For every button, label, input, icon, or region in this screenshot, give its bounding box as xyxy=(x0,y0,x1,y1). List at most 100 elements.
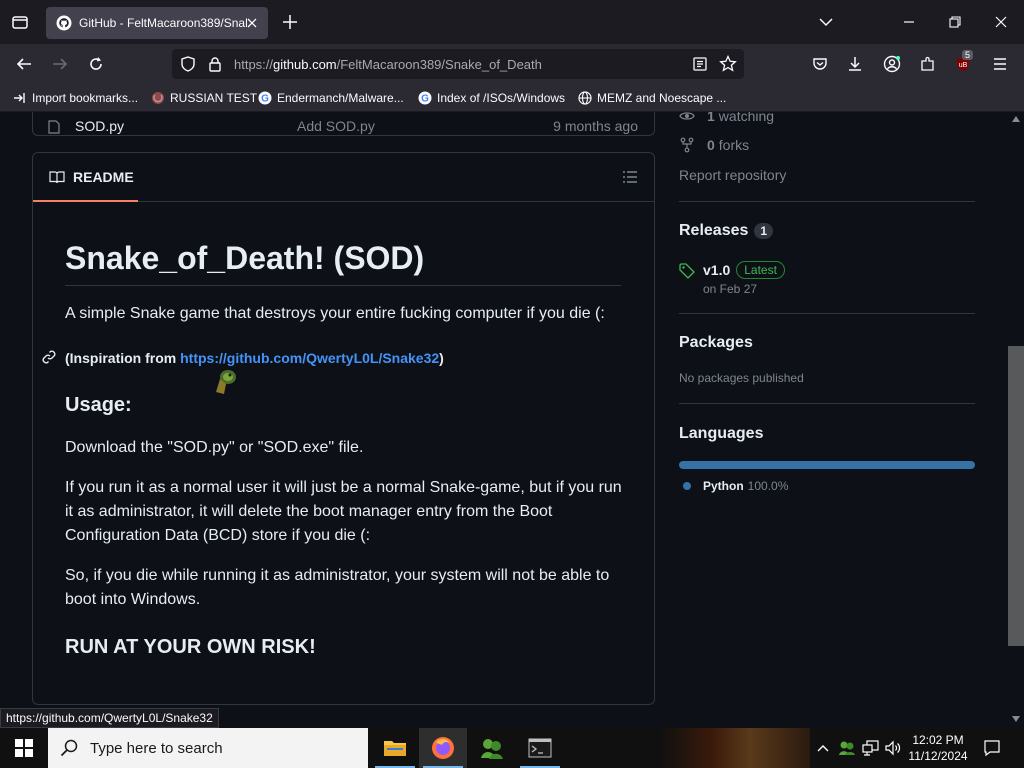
plus-icon xyxy=(283,15,297,29)
bookmark-import[interactable]: Import bookmarks... xyxy=(12,90,138,106)
windows-logo-icon xyxy=(15,739,33,757)
releases-heading[interactable]: Releases 1 xyxy=(679,222,774,240)
release-link[interactable]: v1.0 Latest xyxy=(703,261,785,279)
downloads-button[interactable] xyxy=(843,52,867,76)
firefox-icon xyxy=(432,737,454,759)
lock-icon[interactable] xyxy=(208,56,222,72)
reload-icon xyxy=(90,57,102,70)
triangle-up-icon xyxy=(1012,116,1020,122)
file-explorer-taskbar-button[interactable] xyxy=(371,728,419,768)
url-text: https://github.com/FeltMacaroon389/Snake… xyxy=(234,57,542,72)
scroll-up-arrow[interactable] xyxy=(1010,114,1022,124)
pocket-button[interactable] xyxy=(808,52,832,76)
bookmark-index-isos[interactable]: G Index of /ISOs/Windows xyxy=(417,90,565,106)
bookmark-russian-test[interactable]: RUSSIAN TEST xyxy=(150,90,257,106)
taskbar-search-box[interactable]: Type here to search xyxy=(48,728,368,768)
eye-icon xyxy=(679,112,695,120)
releases-count: 1 xyxy=(754,223,774,239)
account-icon xyxy=(883,55,901,73)
download-text: Download the "SOD.py" or "SOD.exe" file. xyxy=(65,439,364,456)
google-icon: G xyxy=(257,90,273,106)
network-ethernet-icon xyxy=(862,740,879,756)
readme-tab[interactable]: README xyxy=(33,153,138,202)
report-repository-link[interactable]: Report repository xyxy=(679,167,786,183)
arrow-left-icon xyxy=(16,58,31,70)
back-button[interactable] xyxy=(12,52,36,76)
action-center-button[interactable] xyxy=(978,728,1006,768)
close-icon xyxy=(995,16,1007,28)
notification-icon xyxy=(984,740,1000,757)
pocket-icon xyxy=(813,58,827,70)
languages-heading: Languages xyxy=(679,425,764,442)
extensions-button[interactable] xyxy=(916,52,940,76)
import-icon xyxy=(12,90,28,106)
forks-link[interactable]: 0 forks xyxy=(679,137,749,153)
desktop-buddy-taskbar-button[interactable] xyxy=(468,728,516,768)
terminal-taskbar-button[interactable] xyxy=(516,728,564,768)
reload-button[interactable] xyxy=(84,52,108,76)
commit-message-link[interactable]: Add SOD.py xyxy=(297,118,375,134)
app-menu-button[interactable] xyxy=(988,52,1012,76)
packages-heading[interactable]: Packages xyxy=(679,334,753,352)
close-tab-icon[interactable] xyxy=(244,15,260,31)
inspiration-link[interactable]: https://github.com/QwertyL0L/Snake32 xyxy=(180,350,439,366)
sidebar-divider xyxy=(679,313,975,314)
svg-text:uB: uB xyxy=(959,62,968,69)
page-scrollbar-thumb[interactable] xyxy=(1008,346,1024,646)
desktop-buddy-sprite[interactable] xyxy=(212,366,240,396)
network-tray-icon[interactable] xyxy=(860,728,882,768)
tab-list-button[interactable] xyxy=(8,10,32,34)
bookmark-memz[interactable]: MEMZ and Noescape ... xyxy=(577,90,726,106)
desktop-wallpaper-peek xyxy=(660,728,810,768)
star-bookmark-icon[interactable] xyxy=(719,55,737,73)
navigation-toolbar: https://github.com/FeltMacaroon389/Snake… xyxy=(0,44,1024,84)
triangle-down-icon xyxy=(1012,716,1020,722)
restore-button[interactable] xyxy=(943,10,967,34)
risk-heading: RUN AT YOUR OWN RISK! xyxy=(65,636,316,658)
address-bar[interactable]: https://github.com/FeltMacaroon389/Snake… xyxy=(172,49,744,79)
fork-icon xyxy=(680,137,694,153)
new-tab-button[interactable] xyxy=(280,12,300,32)
link-anchor-icon[interactable] xyxy=(41,349,57,365)
tab-title: GitHub - FeltMacaroon389/Snake_of_Death xyxy=(79,16,247,30)
minimize-button[interactable] xyxy=(897,10,921,34)
file-icon xyxy=(48,120,60,134)
file-name-link[interactable]: SOD.py xyxy=(75,118,124,134)
puzzle-icon xyxy=(921,56,934,71)
arrow-right-icon xyxy=(53,58,68,70)
language-color-dot xyxy=(683,482,691,490)
readme-intro: A simple Snake game that destroys your e… xyxy=(65,305,605,322)
forward-button[interactable] xyxy=(48,52,72,76)
latest-badge: Latest xyxy=(736,261,785,279)
svg-text:G: G xyxy=(261,94,269,105)
list-all-tabs-button[interactable] xyxy=(814,10,838,34)
inspiration-line: (Inspiration from https://github.com/Qwe… xyxy=(65,350,444,366)
watchers-link[interactable]: 1 watching xyxy=(679,112,774,124)
scroll-down-arrow[interactable] xyxy=(1010,714,1022,724)
browser-tab-active[interactable]: GitHub - FeltMacaroon389/Snake_of_Death xyxy=(46,7,268,39)
language-item-python[interactable]: Python 100.0% xyxy=(683,479,788,493)
volume-tray-icon[interactable] xyxy=(882,728,904,768)
show-hidden-icons-button[interactable] xyxy=(814,728,832,768)
system-clock[interactable]: 12:02 PM 11/12/2024 xyxy=(902,732,974,764)
tag-icon xyxy=(679,263,695,279)
chevron-up-icon xyxy=(817,745,829,752)
account-button[interactable] xyxy=(880,52,904,76)
table-of-contents-button[interactable] xyxy=(622,169,638,185)
shield-icon[interactable] xyxy=(180,56,196,72)
reader-view-icon[interactable] xyxy=(692,56,708,72)
command-prompt-icon xyxy=(528,738,552,758)
firefox-taskbar-button[interactable] xyxy=(419,728,467,768)
readme-header: README xyxy=(33,153,654,202)
search-icon xyxy=(60,739,78,757)
book-icon xyxy=(49,170,65,183)
packages-empty-text: No packages published xyxy=(679,371,804,385)
buddy-tray-icon[interactable] xyxy=(836,728,858,768)
ublock-button[interactable]: uB 5 xyxy=(951,50,975,76)
bookmark-endermanch[interactable]: G Endermanch/Malware... xyxy=(257,90,404,106)
bookmarks-toolbar: Import bookmarks... RUSSIAN TEST G Ender… xyxy=(0,84,1024,112)
start-button[interactable] xyxy=(0,728,48,768)
close-window-button[interactable] xyxy=(989,10,1013,34)
restore-icon xyxy=(949,16,961,28)
usage-heading: Usage: xyxy=(65,394,132,416)
